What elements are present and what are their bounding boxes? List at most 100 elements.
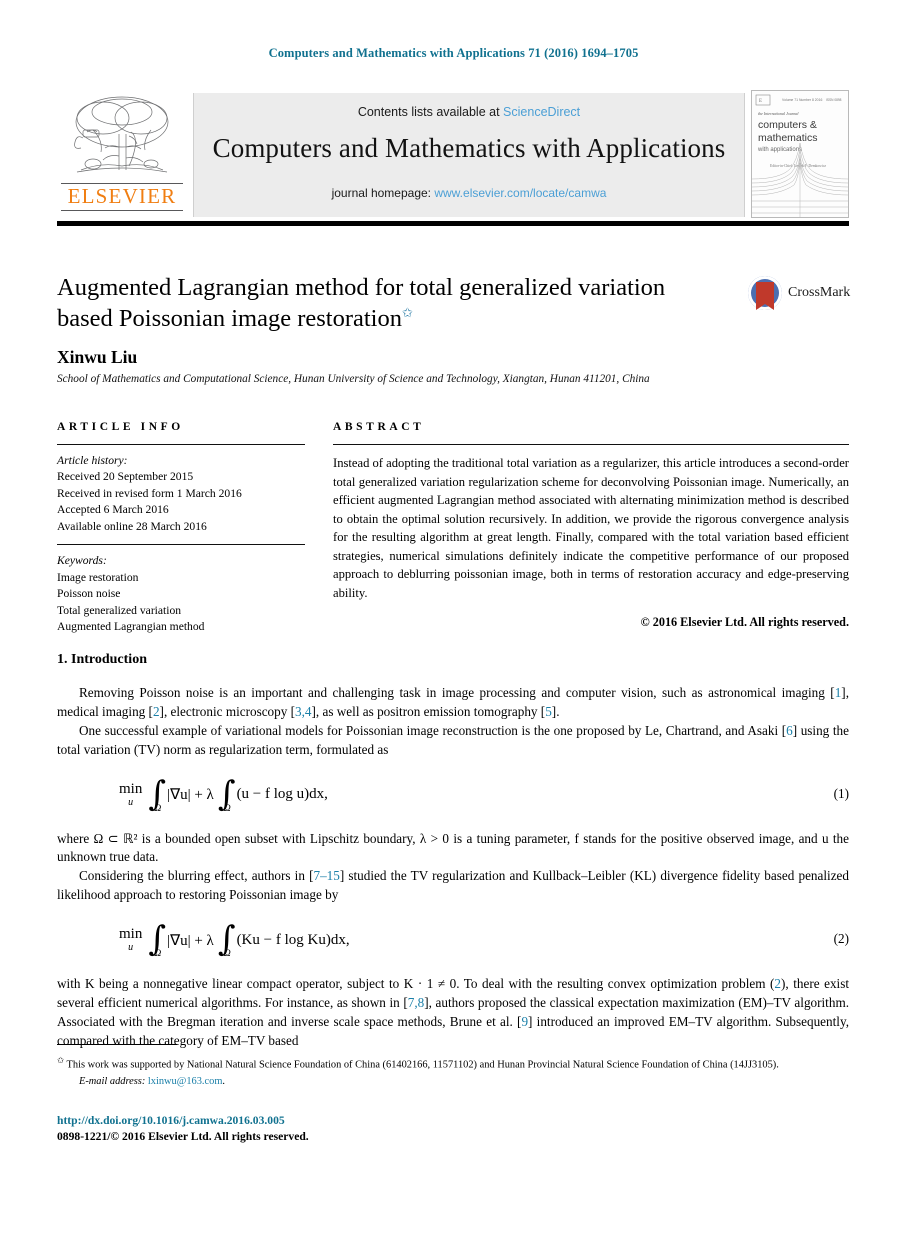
funding-text: This work was supported by National Natu…: [66, 1059, 779, 1071]
para1-seg-c: ], electronic microscopy [: [159, 703, 296, 719]
abstract-text: Instead of adopting the traditional tota…: [333, 456, 849, 600]
footnote-star-marker: ✩: [57, 1055, 65, 1065]
paragraph-1: Removing Poisson noise is an important a…: [57, 684, 849, 722]
crossmark-badge-group[interactable]: CrossMark: [748, 276, 856, 310]
eq2-min-operator: min u: [119, 926, 143, 953]
journal-banner: Contents lists available at ScienceDirec…: [193, 93, 745, 217]
journal-cover-thumbnail: E Volume 71 Number 8 2016 ISSN 0898 the …: [751, 90, 849, 218]
equation-1-content: min u ∫ Ω |∇u| + λ ∫ Ω (u − f log u)dx,: [119, 774, 328, 816]
equation-2-content: min u ∫ Ω |∇u| + λ ∫ Ω (Ku − f log Ku)dx,: [119, 919, 350, 961]
crossmark-icon: [748, 276, 782, 310]
history-item: Received 20 September 2015: [57, 470, 194, 484]
svg-text:E: E: [759, 99, 762, 104]
keyword-item: Poisson noise: [57, 587, 121, 601]
keyword-item: Image restoration: [57, 570, 139, 584]
doi-link[interactable]: http://dx.doi.org/10.1016/j.camwa.2016.0…: [57, 1114, 285, 1127]
citation-ref[interactable]: 7,8: [408, 995, 424, 1010]
paragraph-4: Considering the blurring effect, authors…: [57, 867, 849, 905]
footnote-area: ✩ This work was supported by National Na…: [57, 1044, 849, 1087]
section-heading-introduction: 1. Introduction: [57, 652, 147, 667]
eq1-integral-1: ∫ Ω: [148, 773, 167, 814]
sciencedirect-link[interactable]: ScienceDirect: [503, 105, 580, 119]
page-title: Augmented Lagrangian method for total ge…: [57, 272, 697, 335]
footnote-rule: [57, 1044, 177, 1045]
author-affiliation: School of Mathematics and Computational …: [57, 373, 650, 385]
abstract-heading: ABSTRACT: [333, 421, 425, 433]
history-item: Accepted 6 March 2016: [57, 503, 169, 517]
paragraph-2: One successful example of variational mo…: [57, 722, 849, 760]
keywords-rule: [57, 544, 305, 546]
abstract-column: ABSTRACT Instead of adopting the traditi…: [333, 421, 849, 630]
email-footnote: E-mail address: lxinwu@163.com.: [57, 1076, 849, 1087]
keywords-block: Keywords: Image restoration Poisson nois…: [57, 553, 305, 635]
crossmark-label: CrossMark: [788, 285, 851, 300]
running-head: Computers and Mathematics with Applicati…: [268, 46, 639, 60]
citation-ref[interactable]: 7–15: [313, 868, 339, 883]
journal-masthead: ELSEVIER Contents lists available at Sci…: [57, 90, 849, 218]
keywords-label: Keywords:: [57, 554, 107, 568]
para1-seg-e: ].: [551, 703, 560, 719]
para4-seg-a: Considering the blurring effect, authors…: [79, 868, 314, 884]
para1-seg-a: Removing Poisson noise is an important a…: [79, 685, 835, 700]
abstract-rule: [333, 444, 849, 445]
paragraph-5: with K being a nonnegative linear compac…: [57, 975, 849, 1051]
journal-homepage-line: journal homepage: www.elsevier.com/locat…: [194, 186, 744, 200]
eq2-term-1: |∇u| + λ: [167, 932, 214, 949]
eq2-integral-1: ∫ Ω: [148, 919, 167, 960]
elsevier-wordmark: ELSEVIER: [67, 184, 177, 208]
equation-2: min u ∫ Ω |∇u| + λ ∫ Ω (Ku − f log Ku)dx, (…: [57, 919, 849, 961]
history-item: Received in revised form 1 March 2016: [57, 486, 242, 500]
equation-2-number: (2): [833, 931, 849, 946]
issn-copyright-line: 0898-1221/© 2016 Elsevier Ltd. All right…: [57, 1130, 309, 1143]
svg-text:ISSN 0898: ISSN 0898: [826, 98, 842, 102]
article-info-rule: [57, 444, 305, 445]
logo-rule-bottom: [61, 210, 183, 211]
journal-homepage-link[interactable]: www.elsevier.com/locate/camwa: [434, 186, 606, 200]
eq1-integral-2: ∫ Ω: [217, 773, 236, 814]
svg-text:computers &: computers &: [758, 119, 817, 131]
keyword-item: Total generalized variation: [57, 603, 182, 617]
article-history-label: Article history:: [57, 454, 128, 467]
svg-text:Volume 71 Number 8 2016: Volume 71 Number 8 2016: [782, 98, 822, 102]
para2-seg-a: One successful example of variational mo…: [79, 722, 787, 738]
history-item: Available online 28 March 2016: [57, 519, 207, 533]
homepage-prefix: journal homepage:: [331, 186, 431, 200]
eq1-term-2: (u − f log u)dx,: [236, 786, 328, 802]
svg-text:mathematics: mathematics: [758, 132, 818, 144]
crossmark-book-shape: [756, 282, 774, 310]
article-info-heading: ARTICLE INFO: [57, 421, 184, 433]
abstract-copyright: © 2016 Elsevier Ltd. All rights reserved…: [640, 615, 849, 629]
email-suffix: .: [222, 1076, 226, 1088]
paragraph-3: where Ω ⊂ ℝ² is a bounded open subset wi…: [57, 830, 849, 865]
paper-page: Computers and Mathematics with Applicati…: [0, 0, 907, 1238]
article-history-block: Article history: Received 20 September 2…: [57, 453, 305, 535]
eq2-term-2: (Ku − f log Ku)dx,: [236, 931, 350, 948]
title-text: Augmented Lagrangian method for total ge…: [57, 274, 666, 333]
article-info-column: ARTICLE INFO Article history: Received 2…: [57, 421, 305, 636]
svg-text:the International Journal: the International Journal: [758, 111, 799, 116]
eq1-min-operator: min u: [119, 780, 143, 808]
cover-art: E Volume 71 Number 8 2016 ISSN 0898 the …: [752, 91, 848, 217]
equation-1-number: (1): [833, 785, 849, 801]
title-footnote-marker: ✩: [401, 305, 413, 321]
citation-ref[interactable]: 3,4: [295, 704, 311, 719]
citation-ref[interactable]: 6: [786, 723, 793, 738]
elsevier-logo: ELSEVIER: [57, 90, 187, 218]
email-link[interactable]: lxinwu@163.com: [148, 1076, 223, 1087]
citation-ref[interactable]: 2: [153, 704, 160, 719]
para5-seg-a: with K being a nonnegative linear compac…: [57, 976, 775, 991]
masthead-divider: [57, 221, 849, 226]
elsevier-tree-icon: [74, 96, 169, 173]
author-name: Xinwu Liu: [57, 347, 138, 367]
article-body: 1. Introduction Removing Poisson noise i…: [57, 652, 849, 1051]
svg-text:with applications: with applications: [757, 147, 802, 153]
citation-ref[interactable]: 5: [545, 704, 552, 719]
eq1-term-1: |∇u| + λ: [167, 787, 214, 803]
keyword-item: Augmented Lagrangian method: [57, 620, 205, 634]
funding-footnote: ✩ This work was supported by National Na…: [57, 1054, 849, 1073]
para1-seg-d: ], as well as positron emission tomograp…: [311, 703, 546, 719]
journal-title: Computers and Mathematics with Applicati…: [212, 133, 726, 163]
email-label: E-mail address:: [79, 1076, 146, 1088]
eq2-integral-2: ∫ Ω: [217, 919, 236, 960]
contents-prefix: Contents lists available at: [357, 105, 500, 119]
